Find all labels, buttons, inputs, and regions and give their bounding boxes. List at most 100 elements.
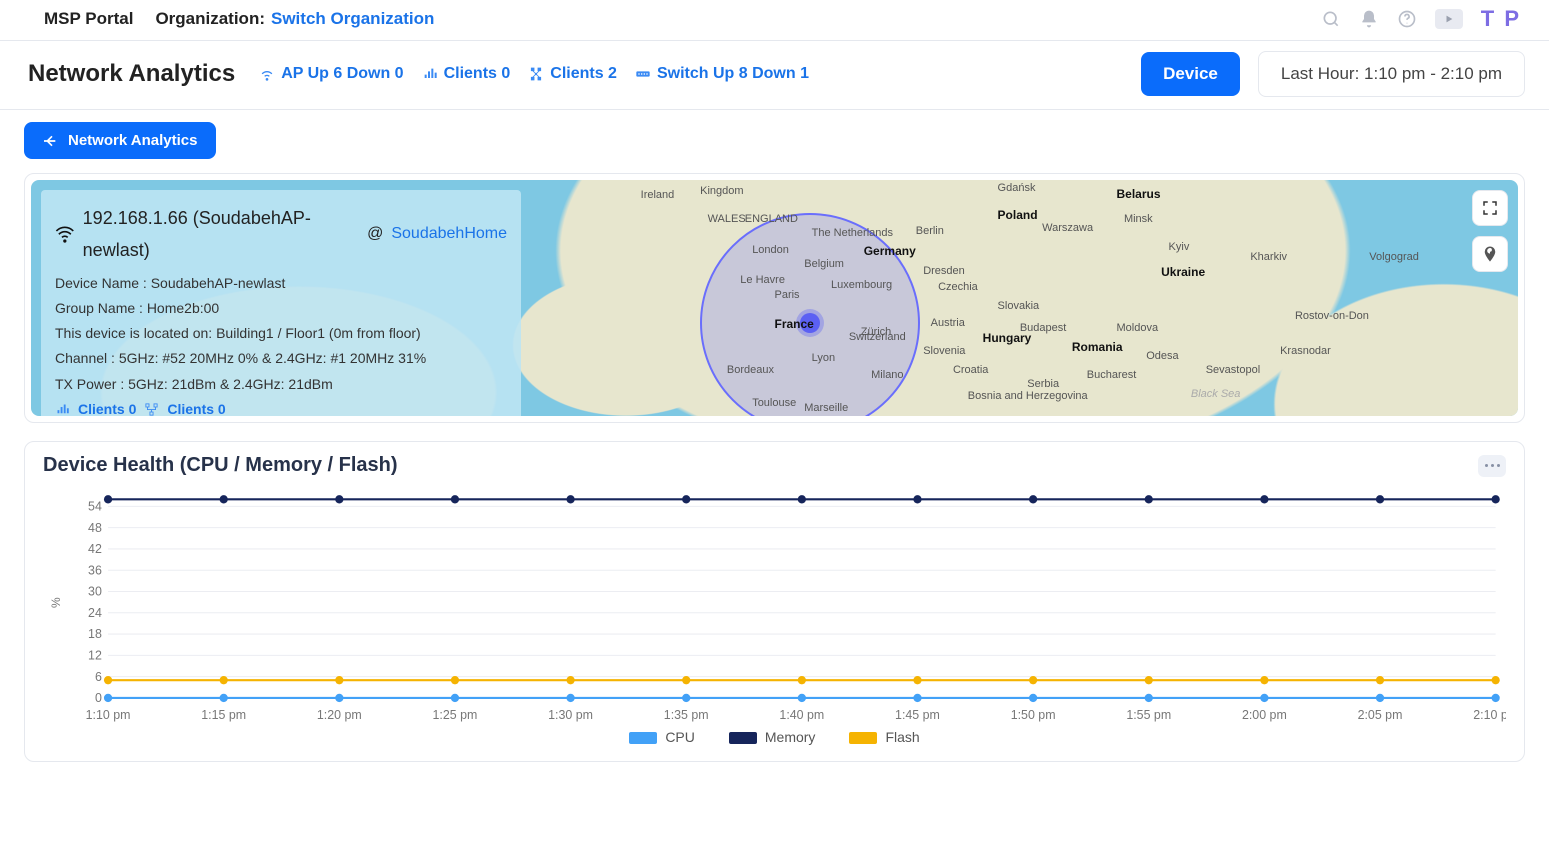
svg-text:1:35 pm: 1:35 pm <box>664 708 709 722</box>
svg-text:1:10 pm: 1:10 pm <box>86 708 131 722</box>
legend-item[interactable]: CPU <box>629 729 695 745</box>
help-icon[interactable] <box>1397 9 1417 29</box>
map-label: Germany <box>864 244 916 258</box>
map-label: Slovakia <box>998 300 1040 312</box>
legend-item[interactable]: Flash <box>849 729 919 745</box>
svg-text:1:30 pm: 1:30 pm <box>548 708 593 722</box>
map-label: Berlin <box>916 225 944 237</box>
map-label: Luxembourg <box>831 279 892 291</box>
stat-clients0[interactable]: Clients 0 <box>422 65 511 83</box>
map-label: Bosnia and Herzegovina <box>968 390 1088 402</box>
map-label: The Netherlands <box>812 227 893 239</box>
device-button[interactable]: Device <box>1141 52 1240 96</box>
portal-name: MSP Portal <box>44 9 133 29</box>
map-label: Zürich <box>861 326 892 338</box>
topology-icon <box>528 66 544 82</box>
svg-text:2:00 pm: 2:00 pm <box>1242 708 1287 722</box>
page-title: Network Analytics <box>28 60 235 88</box>
device-health-chart: % 0612182430364248541:10 pm1:15 pm1:20 p… <box>77 493 1506 723</box>
bell-icon[interactable] <box>1359 9 1379 29</box>
map-label: Toulouse <box>752 397 796 409</box>
svg-text:54: 54 <box>88 499 102 513</box>
locate-button[interactable] <box>1472 236 1508 272</box>
map-label: Lyon <box>812 352 835 364</box>
map-label: Croatia <box>953 364 988 376</box>
card-menu-button[interactable] <box>1478 455 1506 477</box>
wifi-icon <box>55 224 75 245</box>
map-label: Poland <box>998 208 1038 222</box>
map-label: Austria <box>931 317 965 329</box>
stat-switch[interactable]: Switch Up 8 Down 1 <box>635 65 809 83</box>
card-title: Device Health (CPU / Memory / Flash) <box>43 454 398 477</box>
stat-ap[interactable]: AP Up 6 Down 0 <box>259 65 403 83</box>
map-label: Rostov-on-Don <box>1295 310 1369 322</box>
location-row: This device is located on: Building1 / F… <box>55 321 507 346</box>
map-label: Paris <box>775 289 800 301</box>
org-label: Organization: <box>155 9 265 29</box>
map-label: London <box>752 244 789 256</box>
legend-item[interactable]: Memory <box>729 729 816 745</box>
txpower-row: TX Power : 5GHz: 21dBm & 2.4GHz: 21dBm <box>55 372 507 397</box>
map-label: France <box>775 317 814 331</box>
device-ip-title: 192.168.1.66 (SoudabehAP-newlast) <box>83 202 359 267</box>
switch-org-link[interactable]: Switch Organization <box>271 9 434 29</box>
map-label: Belarus <box>1117 187 1161 201</box>
fullscreen-button[interactable] <box>1472 190 1508 226</box>
svg-text:42: 42 <box>88 542 102 556</box>
map-label: Serbia <box>1027 378 1059 390</box>
map-label: Budapest <box>1020 322 1066 334</box>
map-label: Black Sea <box>1191 388 1241 400</box>
top-bar: MSP Portal Organization: Switch Organiza… <box>0 0 1549 41</box>
map-label: Kingdom <box>700 185 743 197</box>
svg-text:2:10 pm: 2:10 pm <box>1473 708 1506 722</box>
site-link[interactable]: SoudabehHome <box>391 220 507 249</box>
group-name-row: Group Name : Home2b:00 <box>55 296 507 321</box>
device-name-row: Device Name : SoudabehAP-newlast <box>55 271 507 296</box>
map-label: Bucharest <box>1087 369 1137 381</box>
svg-text:1:40 pm: 1:40 pm <box>779 708 824 722</box>
map-label: Minsk <box>1124 213 1153 225</box>
back-button[interactable]: Network Analytics <box>24 122 216 159</box>
svg-text:1:45 pm: 1:45 pm <box>895 708 940 722</box>
video-icon[interactable] <box>1435 9 1463 29</box>
map[interactable]: Ireland Kingdom WALES ENGLAND London The… <box>31 180 1518 416</box>
device-info-card: 192.168.1.66 (SoudabehAP-newlast) @ Soud… <box>41 190 521 416</box>
wifi-icon <box>259 66 275 82</box>
map-label: Le Havre <box>740 274 785 286</box>
map-label: Sevastopol <box>1206 364 1260 376</box>
device-health-card: Device Health (CPU / Memory / Flash) % 0… <box>24 441 1525 762</box>
svg-text:1:15 pm: 1:15 pm <box>201 708 246 722</box>
map-label: Volgograd <box>1369 251 1419 263</box>
sub-bar: Network Analytics AP Up 6 Down 0 Clients… <box>0 41 1549 110</box>
map-label: Gdańsk <box>998 182 1036 194</box>
map-label: Milano <box>871 369 903 381</box>
chart-legend: CPU Memory Flash <box>43 729 1506 745</box>
clients-link[interactable]: Clients 0 <box>167 397 225 416</box>
svg-text:12: 12 <box>88 648 102 662</box>
svg-text:2:05 pm: 2:05 pm <box>1358 708 1403 722</box>
stat-clients2[interactable]: Clients 2 <box>528 65 617 83</box>
map-label: Marseille <box>804 402 848 414</box>
svg-text:24: 24 <box>88 606 102 620</box>
map-label: Kyiv <box>1169 241 1190 253</box>
user-avatar[interactable]: T P <box>1481 6 1521 32</box>
svg-text:1:25 pm: 1:25 pm <box>433 708 478 722</box>
map-label: ENGLAND <box>745 213 798 225</box>
clients-link[interactable]: Clients 0 <box>78 397 136 416</box>
map-label: Odesa <box>1146 350 1178 362</box>
map-label: Krasnodar <box>1280 345 1331 357</box>
svg-text:18: 18 <box>88 627 102 641</box>
svg-text:1:55 pm: 1:55 pm <box>1126 708 1171 722</box>
map-label: Warszawa <box>1042 222 1093 234</box>
svg-text:36: 36 <box>88 563 102 577</box>
arrow-left-icon <box>42 133 58 149</box>
search-icon[interactable] <box>1321 9 1341 29</box>
map-label: Ireland <box>641 189 675 201</box>
time-range-picker[interactable]: Last Hour: 1:10 pm - 2:10 pm <box>1258 51 1525 97</box>
svg-text:1:50 pm: 1:50 pm <box>1011 708 1056 722</box>
map-label: Belgium <box>804 258 844 270</box>
map-label: Romania <box>1072 340 1123 354</box>
bars-icon <box>55 402 70 416</box>
map-panel: Ireland Kingdom WALES ENGLAND London The… <box>24 173 1525 423</box>
map-label: WALES <box>708 213 746 225</box>
